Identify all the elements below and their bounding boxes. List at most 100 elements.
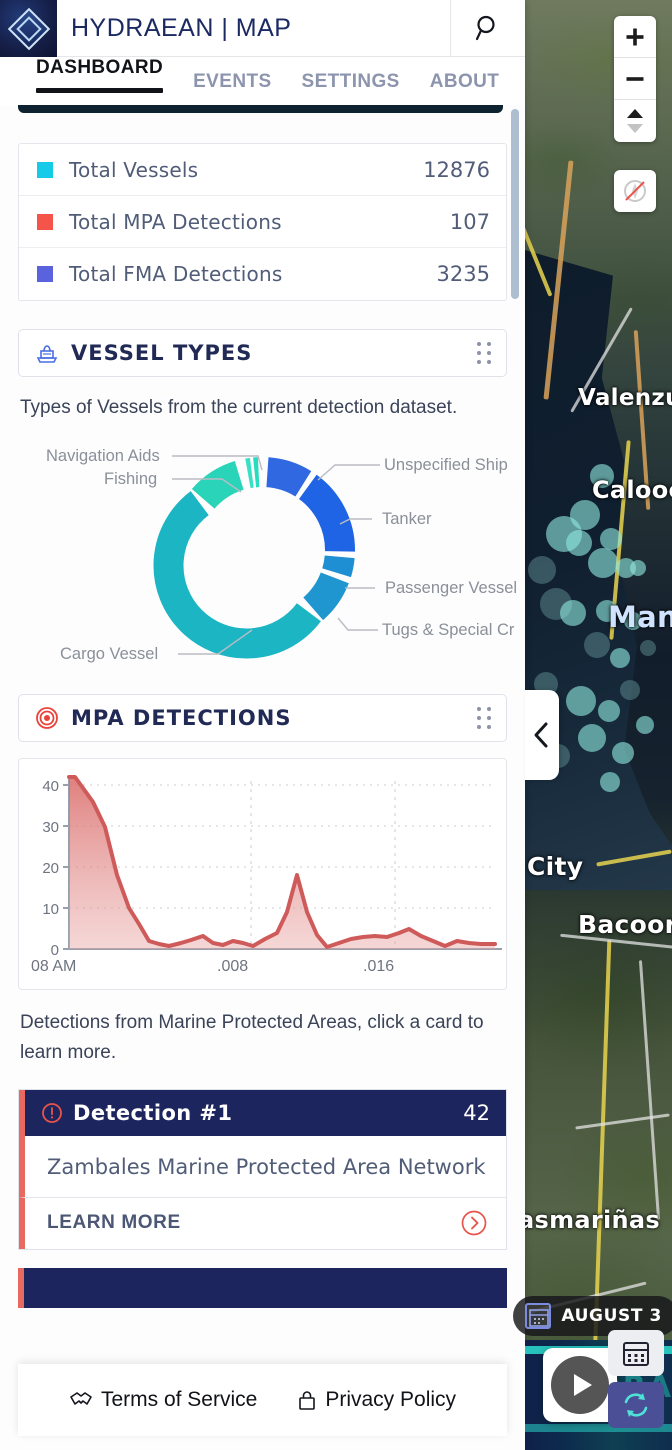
donut-label-unspecified-ship: Unspecified Ship (384, 456, 508, 474)
y-tick-20: 20 (42, 860, 59, 877)
tab-about[interactable]: ABOUT (430, 71, 500, 105)
donut-label-navigation-aids: Navigation Aids (46, 447, 160, 465)
area-chart-svg: 40 30 20 10 0 08 AM .008 .016 (25, 765, 502, 985)
panel-scrollbar-thumb[interactable] (511, 109, 519, 299)
donut-label-tugs-special-craft: Tugs & Special Cr (382, 621, 515, 639)
vessel-detection-dot (630, 560, 646, 576)
target-icon (35, 706, 59, 730)
widget-title: VESSEL TYPES (71, 341, 477, 365)
map-pitch-control[interactable] (614, 100, 656, 142)
map-place-label: asmariñas (518, 1206, 660, 1234)
vessel-detection-dot (588, 548, 618, 578)
calendar-icon (525, 1303, 551, 1329)
map-place-label: Calooc (592, 476, 672, 504)
donut-label-tanker: Tanker (382, 510, 432, 528)
play-icon (551, 1356, 609, 1414)
map-compass-button[interactable] (614, 170, 656, 212)
timeline-refresh-button[interactable] (608, 1382, 664, 1428)
app-root: Valenzu Calooc Man City Bacoor asmariñas (0, 0, 672, 1450)
mpa-detections-widget-header[interactable]: MPA DETECTIONS (18, 694, 507, 742)
y-tick-10: 10 (42, 901, 59, 918)
dashboard-scroll-area[interactable]: Total Vessels 12876 Total MPA Detections… (0, 105, 525, 1450)
panel-collapse-handle[interactable] (525, 690, 559, 780)
stat-label: Total FMA Detections (69, 262, 437, 286)
minus-icon (625, 69, 645, 89)
vessel-detection-dot (528, 556, 556, 584)
mpa-detections-description: Detections from Marine Protected Areas, … (20, 1008, 505, 1067)
y-tick-0: 0 (51, 942, 59, 959)
search-icon (473, 13, 503, 43)
ship-icon (35, 342, 59, 364)
handshake-icon (69, 1390, 93, 1410)
calendar-icon (621, 1338, 651, 1368)
summary-stats-card: Total Vessels 12876 Total MPA Detections… (18, 143, 507, 301)
y-tick-30: 30 (42, 819, 59, 836)
plus-icon (625, 27, 645, 47)
page-title-wrap: HYDRAEAN | MAP (57, 0, 450, 56)
app-header: HYDRAEAN | MAP (0, 0, 525, 57)
main-tabs: DASHBOARD EVENTS SETTINGS ABOUT (0, 57, 525, 105)
stat-value: 12876 (423, 158, 490, 182)
vessel-detection-dot (610, 648, 630, 668)
drag-grip-icon[interactable] (477, 342, 492, 364)
vessel-detection-dot (620, 680, 640, 700)
chevron-right-circle-icon[interactable] (460, 1209, 488, 1237)
stat-label: Total MPA Detections (69, 210, 450, 234)
legend-swatch (37, 266, 53, 282)
vessel-detection-dot (584, 632, 610, 658)
vessel-detection-dot (640, 640, 656, 656)
stat-row-total-vessels[interactable]: Total Vessels 12876 (19, 144, 506, 196)
zoom-in-button[interactable] (614, 16, 656, 58)
drag-grip-icon[interactable] (477, 707, 492, 729)
learn-more-label: LEARN MORE (47, 1212, 460, 1234)
map-date-label: AUGUST 3 (561, 1306, 662, 1326)
detection-card[interactable]: Detection #1 42 Zambales Marine Protecte… (18, 1089, 507, 1249)
donut-svg: Navigation Aids Fishing Cargo Vessel Uns… (0, 432, 525, 672)
terms-of-service-link[interactable]: Terms of Service (69, 1388, 257, 1412)
search-button[interactable] (450, 0, 525, 56)
refresh-icon (621, 1390, 651, 1420)
compass-disabled-icon (622, 178, 648, 204)
vessel-detection-dot (566, 530, 592, 556)
terms-label: Terms of Service (101, 1388, 257, 1412)
legend-swatch (37, 162, 53, 178)
timeline-calendar-button[interactable] (608, 1330, 664, 1376)
x-tick-008: .008 (217, 958, 248, 975)
detection-card-header: Detection #1 42 (19, 1090, 506, 1136)
privacy-label: Privacy Policy (325, 1388, 456, 1412)
map-zoom-controls[interactable] (614, 16, 656, 142)
zoom-out-button[interactable] (614, 58, 656, 100)
stat-row-total-fma-detections[interactable]: Total FMA Detections 3235 (19, 248, 506, 300)
privacy-policy-link[interactable]: Privacy Policy (297, 1388, 456, 1412)
mpa-detections-area-chart[interactable]: 40 30 20 10 0 08 AM .008 .016 (18, 758, 507, 990)
alert-circle-icon (41, 1102, 63, 1124)
chevron-left-icon (532, 721, 552, 749)
widget-title: MPA DETECTIONS (71, 706, 477, 730)
vessel-detection-dot (600, 772, 620, 792)
x-tick-016: .016 (363, 958, 394, 975)
partially-scrolled-card[interactable] (18, 105, 503, 113)
tab-settings[interactable]: SETTINGS (302, 71, 400, 105)
vessel-detection-dot (600, 528, 622, 550)
stat-label: Total Vessels (69, 158, 423, 182)
tab-dashboard[interactable]: DASHBOARD (36, 57, 163, 105)
vessel-types-donut-chart[interactable]: Navigation Aids Fishing Cargo Vessel Uns… (0, 432, 525, 672)
detection-card-count: 42 (463, 1101, 490, 1125)
dashboard-panel: HYDRAEAN | MAP DASHBOARD EVENTS SETTINGS… (0, 0, 525, 1450)
y-tick-40: 40 (42, 778, 59, 795)
timeline-play-button[interactable] (543, 1348, 617, 1422)
hydraean-diamond-logo[interactable] (0, 0, 57, 57)
vessel-detection-dot (578, 724, 606, 752)
map-place-label: City (527, 852, 583, 881)
detection-card-body: Zambales Marine Protected Area Network (19, 1136, 506, 1196)
detection-card-learn-more[interactable]: LEARN MORE (19, 1197, 506, 1249)
donut-label-cargo-vessel: Cargo Vessel (60, 645, 158, 663)
lock-icon (297, 1389, 317, 1411)
map-place-label: Bacoor (578, 910, 672, 939)
stat-value: 3235 (437, 262, 490, 286)
detection-card-next-peek[interactable] (18, 1268, 507, 1308)
stat-row-total-mpa-detections[interactable]: Total MPA Detections 107 (19, 196, 506, 248)
detection-card-title: Detection #1 (73, 1101, 463, 1125)
tab-events[interactable]: EVENTS (193, 71, 271, 105)
vessel-types-widget-header[interactable]: VESSEL TYPES (18, 329, 507, 377)
